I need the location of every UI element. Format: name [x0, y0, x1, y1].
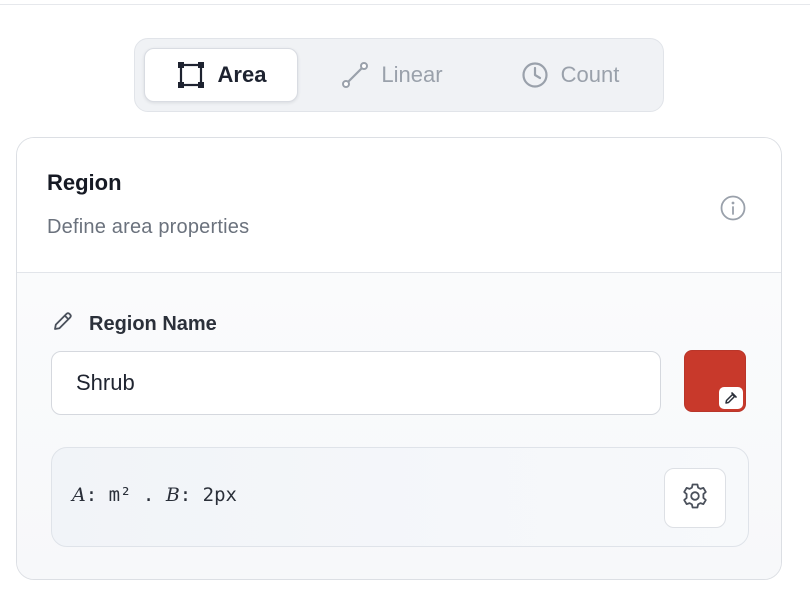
- measurement-mode-tabs: Area Linear Count: [134, 38, 664, 112]
- eyedropper-icon: [725, 392, 737, 404]
- region-name-input[interactable]: [51, 351, 661, 415]
- top-divider: [0, 0, 810, 5]
- card-header: Region Define area properties: [17, 138, 781, 273]
- formula-display: A: m² . B: 2px: [51, 447, 749, 547]
- info-icon[interactable]: [719, 194, 747, 227]
- card-body: Region Name A: m² . B: 2px: [17, 273, 781, 579]
- tab-count[interactable]: Count: [495, 48, 645, 102]
- tab-area[interactable]: Area: [144, 48, 298, 102]
- formula-unit-b: : 2px: [179, 484, 237, 506]
- bounding-box-icon: [176, 60, 206, 90]
- region-color-swatch[interactable]: [684, 350, 746, 412]
- formula-var-b: B: [165, 484, 180, 506]
- formula-text: A: m² . B: 2px: [72, 484, 237, 506]
- gear-icon: [680, 481, 710, 516]
- tab-linear[interactable]: Linear: [317, 48, 467, 102]
- card-subtitle: Define area properties: [47, 216, 250, 238]
- tab-linear-label: Linear: [381, 62, 443, 87]
- clock-icon: [521, 61, 549, 89]
- formula-unit-a: : m² .: [85, 484, 166, 506]
- line-icon: [341, 61, 369, 89]
- color-picker-badge: [719, 387, 743, 409]
- region-name-label-text: Region Name: [89, 312, 217, 335]
- formula-settings-button[interactable]: [664, 468, 726, 528]
- tab-count-label: Count: [560, 62, 620, 87]
- formula-var-a: A: [72, 484, 86, 506]
- region-card: Region Define area properties Region Nam…: [16, 137, 782, 580]
- pencil-icon: [51, 309, 75, 339]
- card-title: Region: [47, 170, 122, 195]
- region-name-label: Region Name: [51, 309, 217, 339]
- tab-area-label: Area: [217, 62, 267, 87]
